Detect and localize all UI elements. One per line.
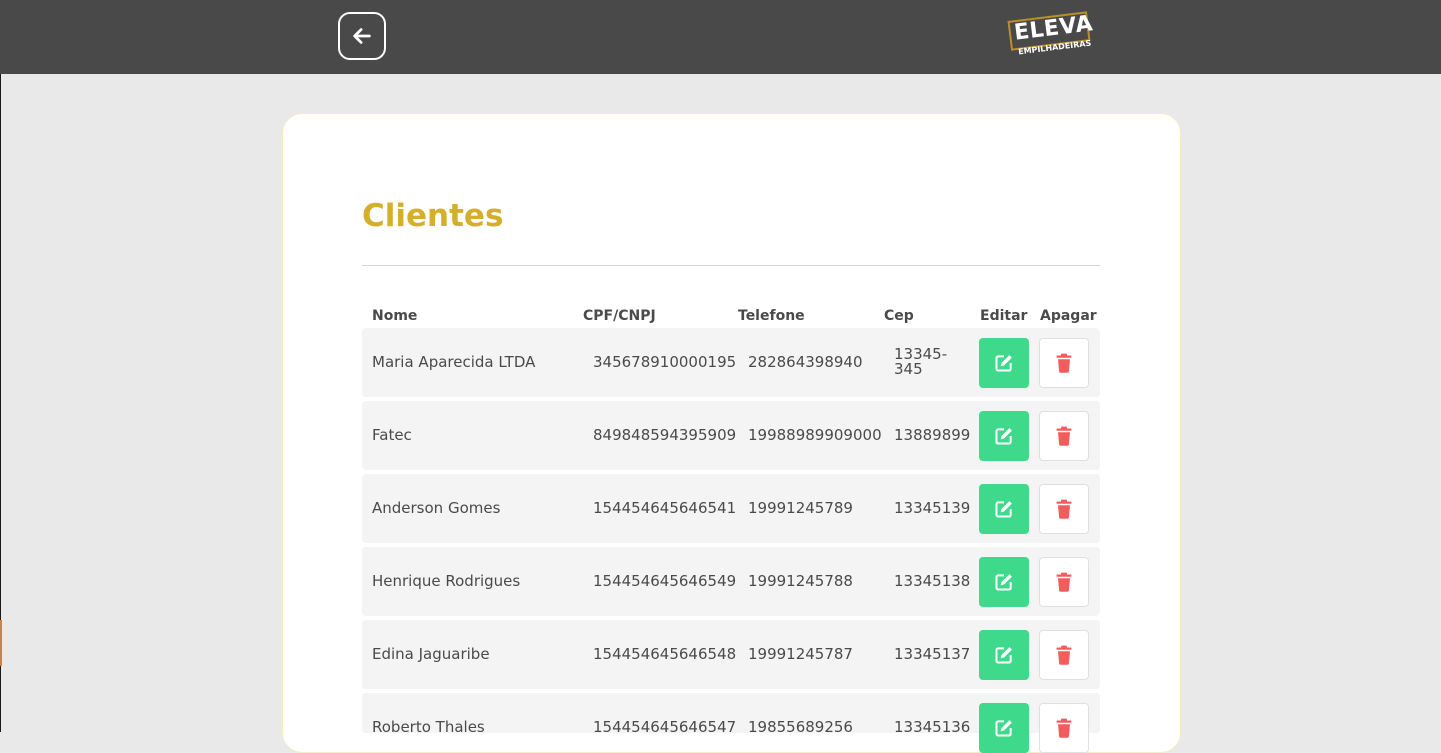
edit-icon [995, 355, 1012, 372]
arrow-left-icon [353, 28, 371, 44]
cell-nome: Fatec [372, 426, 412, 444]
trash-icon [1056, 572, 1072, 592]
cell-cpf-cnpj: 154454645646548 [593, 645, 737, 663]
cell-cpf-cnpj: 154454645646541 [593, 499, 737, 517]
edit-button[interactable] [979, 484, 1029, 534]
cell-nome: Roberto Thales [372, 718, 485, 736]
delete-button[interactable] [1039, 557, 1089, 607]
table-row: Henrique Rodrigues 154454645646549 19991… [362, 547, 1100, 616]
cell-nome: Anderson Gomes [372, 499, 501, 517]
column-header-nome: Nome [372, 308, 418, 324]
edit-icon [995, 501, 1012, 518]
edit-button[interactable] [979, 630, 1029, 680]
trash-icon [1056, 718, 1072, 738]
trash-icon [1056, 499, 1072, 519]
eleva-logo: ELEVA EMPILHADEIRAS [1006, 11, 1094, 60]
table-row: Maria Aparecida LTDA 345678910000195 282… [362, 328, 1100, 397]
table-header: Nome CPF/CNPJ Telefone Cep Editar Apagar [362, 308, 1100, 328]
delete-button[interactable] [1039, 411, 1089, 461]
delete-button[interactable] [1039, 338, 1089, 388]
cell-cpf-cnpj: 849848594395909 [593, 426, 737, 444]
table-row: Roberto Thales 154454645646547 198556892… [362, 693, 1100, 753]
column-header-editar: Editar [980, 308, 1028, 324]
cell-cpf-cnpj: 154454645646547 [593, 718, 737, 736]
cell-cep: 13345-345 [894, 345, 948, 378]
edit-icon [995, 574, 1012, 591]
cell-telefone: 19991245789 [748, 499, 853, 517]
table-row: Edina Jaguaribe 154454645646548 19991245… [362, 620, 1100, 689]
table-row: Fatec 849848594395909 19988989909000 138… [362, 401, 1100, 470]
column-header-cep: Cep [884, 308, 914, 324]
column-header-telefone: Telefone [738, 308, 805, 324]
edit-button[interactable] [979, 338, 1029, 388]
cell-telefone: 19855689256 [748, 718, 853, 736]
title-divider [362, 265, 1100, 266]
page-title: Clientes [362, 198, 504, 234]
cell-telefone: 19991245787 [748, 645, 853, 663]
edit-icon [995, 647, 1012, 664]
delete-button[interactable] [1039, 484, 1089, 534]
clients-card: Clientes Nome CPF/CNPJ Telefone Cep Edit… [282, 113, 1181, 753]
trash-icon [1056, 645, 1072, 665]
cell-cep: 13345136 [894, 718, 971, 736]
cell-nome: Maria Aparecida LTDA [372, 353, 536, 371]
trash-icon [1056, 426, 1072, 446]
cell-nome: Edina Jaguaribe [372, 645, 490, 663]
edit-button[interactable] [979, 411, 1029, 461]
top-bar: ELEVA EMPILHADEIRAS [0, 0, 1441, 74]
delete-button[interactable] [1039, 630, 1089, 680]
table-row: Anderson Gomes 154454645646541 199912457… [362, 474, 1100, 543]
edit-icon [995, 428, 1012, 445]
edit-icon [995, 720, 1012, 737]
trash-icon [1056, 353, 1072, 373]
cell-cpf-cnpj: 345678910000195 [593, 353, 737, 371]
edit-button[interactable] [979, 557, 1029, 607]
cell-telefone: 19988989909000 [748, 426, 882, 444]
cell-telefone: 19991245788 [748, 572, 853, 590]
back-button[interactable] [338, 12, 386, 60]
cell-telefone: 282864398940 [748, 353, 863, 371]
column-header-apagar: Apagar [1040, 308, 1097, 324]
edit-button[interactable] [979, 703, 1029, 753]
cell-cpf-cnpj: 154454645646549 [593, 572, 737, 590]
cell-cep: 13345139 [894, 499, 971, 517]
column-header-cpf-cnpj: CPF/CNPJ [583, 308, 656, 324]
cell-nome: Henrique Rodrigues [372, 572, 521, 590]
left-accent [0, 620, 2, 666]
cell-cep: 13889899 [894, 426, 971, 444]
cell-cep: 13345138 [894, 572, 971, 590]
cell-cep: 13345137 [894, 645, 971, 663]
delete-button[interactable] [1039, 703, 1089, 753]
